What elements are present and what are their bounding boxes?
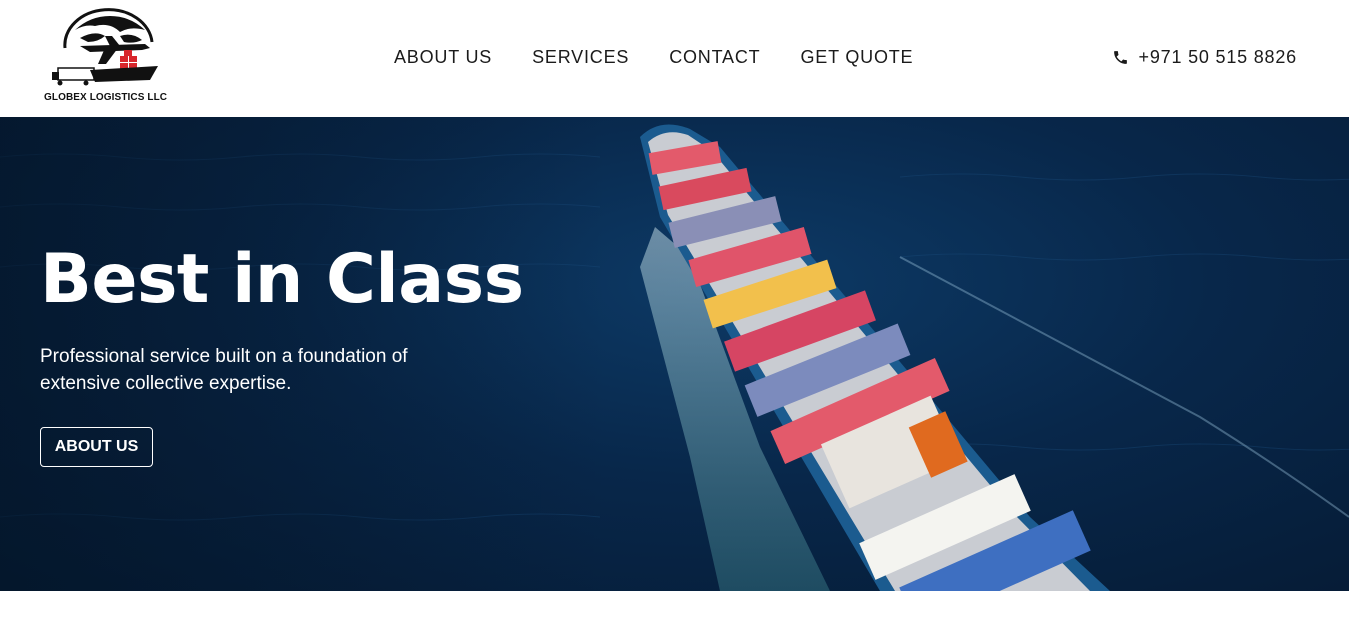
phone-contact[interactable]: +971 50 515 8826 — [1112, 47, 1297, 68]
site-header: GLOBEX LOGISTICS LLC ABOUT US SERVICES C… — [0, 0, 1349, 117]
page-below-hero — [0, 591, 1349, 641]
logo-text: GLOBEX LOGISTICS LLC — [44, 92, 168, 103]
logo[interactable]: GLOBEX LOGISTICS LLC — [40, 8, 180, 108]
nav-contact[interactable]: CONTACT — [669, 47, 760, 68]
hero-subtitle: Professional service built on a foundati… — [40, 346, 408, 394]
nav-about-us[interactable]: ABOUT US — [394, 47, 492, 68]
hero-section: Best in Class Professional service built… — [0, 117, 1349, 591]
globe-plane-ship-truck-logo-icon — [52, 8, 158, 86]
phone-number: +971 50 515 8826 — [1138, 47, 1297, 67]
hero-title: Best in Class — [40, 240, 524, 319]
main-nav: ABOUT US SERVICES CONTACT GET QUOTE — [394, 47, 953, 68]
phone-icon — [1113, 51, 1127, 64]
nav-services[interactable]: SERVICES — [532, 47, 629, 68]
about-us-button[interactable]: ABOUT US — [40, 427, 153, 467]
nav-get-quote[interactable]: GET QUOTE — [800, 47, 913, 68]
